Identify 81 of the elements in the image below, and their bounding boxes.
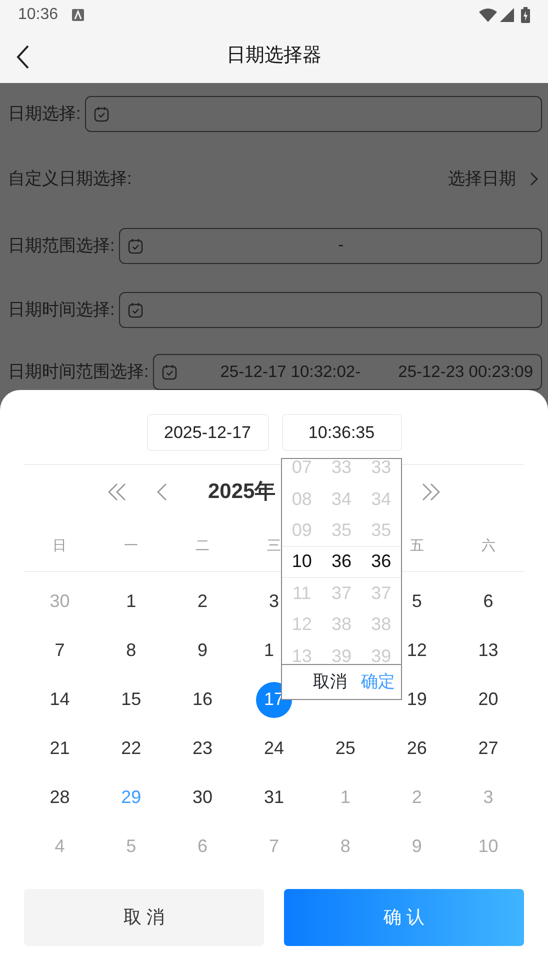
day-cell[interactable]: 5 xyxy=(113,828,150,864)
weekday-label: 六 xyxy=(481,536,496,554)
day-cell[interactable]: 8 xyxy=(113,632,150,668)
range-separator: - xyxy=(355,362,361,383)
day-cell[interactable]: 28 xyxy=(42,780,78,816)
wifi-icon xyxy=(479,8,497,22)
weekday-label: 日 xyxy=(52,536,67,554)
cancel-link[interactable]: 取消 xyxy=(313,669,347,695)
day-cell[interactable]: 20 xyxy=(470,682,506,718)
day-cell[interactable]: 7 xyxy=(42,632,78,668)
confirm-button[interactable]: 确 认 xyxy=(284,889,524,946)
day-cell[interactable]: 12 xyxy=(398,632,435,668)
field-label: 日期范围选择: xyxy=(8,234,115,257)
day-cell[interactable]: 16 xyxy=(184,682,221,718)
day-cell[interactable]: 5 xyxy=(398,584,435,620)
day-cell[interactable]: 30 xyxy=(184,780,221,816)
day-cell[interactable]: 9 xyxy=(184,632,221,668)
day-cell[interactable]: 19 xyxy=(398,682,435,718)
range-end-text: 25-12-23 00:23:09 xyxy=(398,362,534,383)
cancel-button[interactable]: 取 消 xyxy=(24,889,264,946)
range-start-text: 25-12-17 10:32:02 xyxy=(220,362,356,383)
double-right-icon[interactable] xyxy=(422,483,440,501)
day-cell[interactable]: 3 xyxy=(470,780,506,816)
time-option[interactable]: 36 xyxy=(322,546,362,578)
calendar-icon xyxy=(94,106,109,122)
day-cell[interactable]: 23 xyxy=(184,730,221,766)
input-field[interactable]: - xyxy=(118,228,542,264)
day-cell[interactable]: 14 xyxy=(42,682,78,718)
day-cell[interactable]: 24 xyxy=(256,730,292,766)
month-title: 2025年 xyxy=(208,479,276,506)
calendar-icon xyxy=(128,238,143,254)
day-cell[interactable]: 26 xyxy=(398,730,435,766)
input-field[interactable]: 25-12-17 10:32:02- 25-12-23 00:23:09 xyxy=(152,354,542,390)
day-cell[interactable]: 22 xyxy=(113,730,150,766)
day-cell[interactable]: 7 xyxy=(256,828,292,864)
notification-icon xyxy=(72,9,84,21)
chevron-right-icon xyxy=(530,172,538,186)
day-cell[interactable]: 25 xyxy=(327,730,364,766)
double-left-icon[interactable] xyxy=(108,483,126,501)
time-option[interactable]: 36 xyxy=(361,546,401,578)
day-cell[interactable]: 1 xyxy=(327,780,364,816)
time-option[interactable]: 10 xyxy=(282,546,322,578)
day-cell[interactable]: 15 xyxy=(113,682,150,718)
weekday-label: 五 xyxy=(410,536,424,554)
day-cell[interactable]: 10 xyxy=(470,828,506,864)
weekday-label: 一 xyxy=(124,536,138,554)
weekday-label: 二 xyxy=(196,536,210,554)
field-label: 日期时间范围选择: xyxy=(8,361,149,384)
range-separator: - xyxy=(338,235,344,256)
day-cell[interactable]: 21 xyxy=(42,730,78,766)
field-label: 日期选择: xyxy=(8,103,81,126)
day-cell[interactable]: 2 xyxy=(184,584,221,620)
input-field[interactable] xyxy=(84,96,542,132)
chevron-left-icon[interactable] xyxy=(157,483,167,501)
signal-icon xyxy=(500,8,514,22)
day-cell[interactable]: 13 xyxy=(470,632,506,668)
day-cell[interactable]: 31 xyxy=(256,780,292,816)
input-field[interactable] xyxy=(118,292,542,328)
day-cell[interactable]: 4 xyxy=(42,828,78,864)
status-time: 10:36 xyxy=(18,5,58,25)
calendar-icon xyxy=(128,302,143,318)
select-date-link[interactable]: 选择日期 xyxy=(448,166,516,192)
page-title: 日期选择器 xyxy=(226,44,322,68)
day-cell[interactable]: 8 xyxy=(327,828,364,864)
back-icon[interactable] xyxy=(16,45,30,69)
day-cell[interactable]: 9 xyxy=(398,828,435,864)
day-cell[interactable]: 1 xyxy=(113,584,150,620)
day-cell[interactable]: 30 xyxy=(42,584,78,620)
day-cell[interactable]: 6 xyxy=(470,584,506,620)
day-cell[interactable]: 6 xyxy=(184,828,221,864)
day-cell[interactable]: 29 xyxy=(113,780,150,816)
field-label: 自定义日期选择: xyxy=(8,168,132,190)
calendar-icon xyxy=(162,364,177,380)
battery-icon xyxy=(521,7,530,23)
day-cell[interactable]: 27 xyxy=(470,730,506,766)
date-tab[interactable]: 2025-12-17 xyxy=(146,414,268,451)
weekday-label: 三 xyxy=(266,536,281,554)
time-tab[interactable]: 10:36:35 xyxy=(282,414,402,451)
confirm-link[interactable]: 确定 xyxy=(361,669,395,695)
field-label: 日期时间选择: xyxy=(8,299,115,322)
day-cell[interactable]: 2 xyxy=(398,780,435,816)
